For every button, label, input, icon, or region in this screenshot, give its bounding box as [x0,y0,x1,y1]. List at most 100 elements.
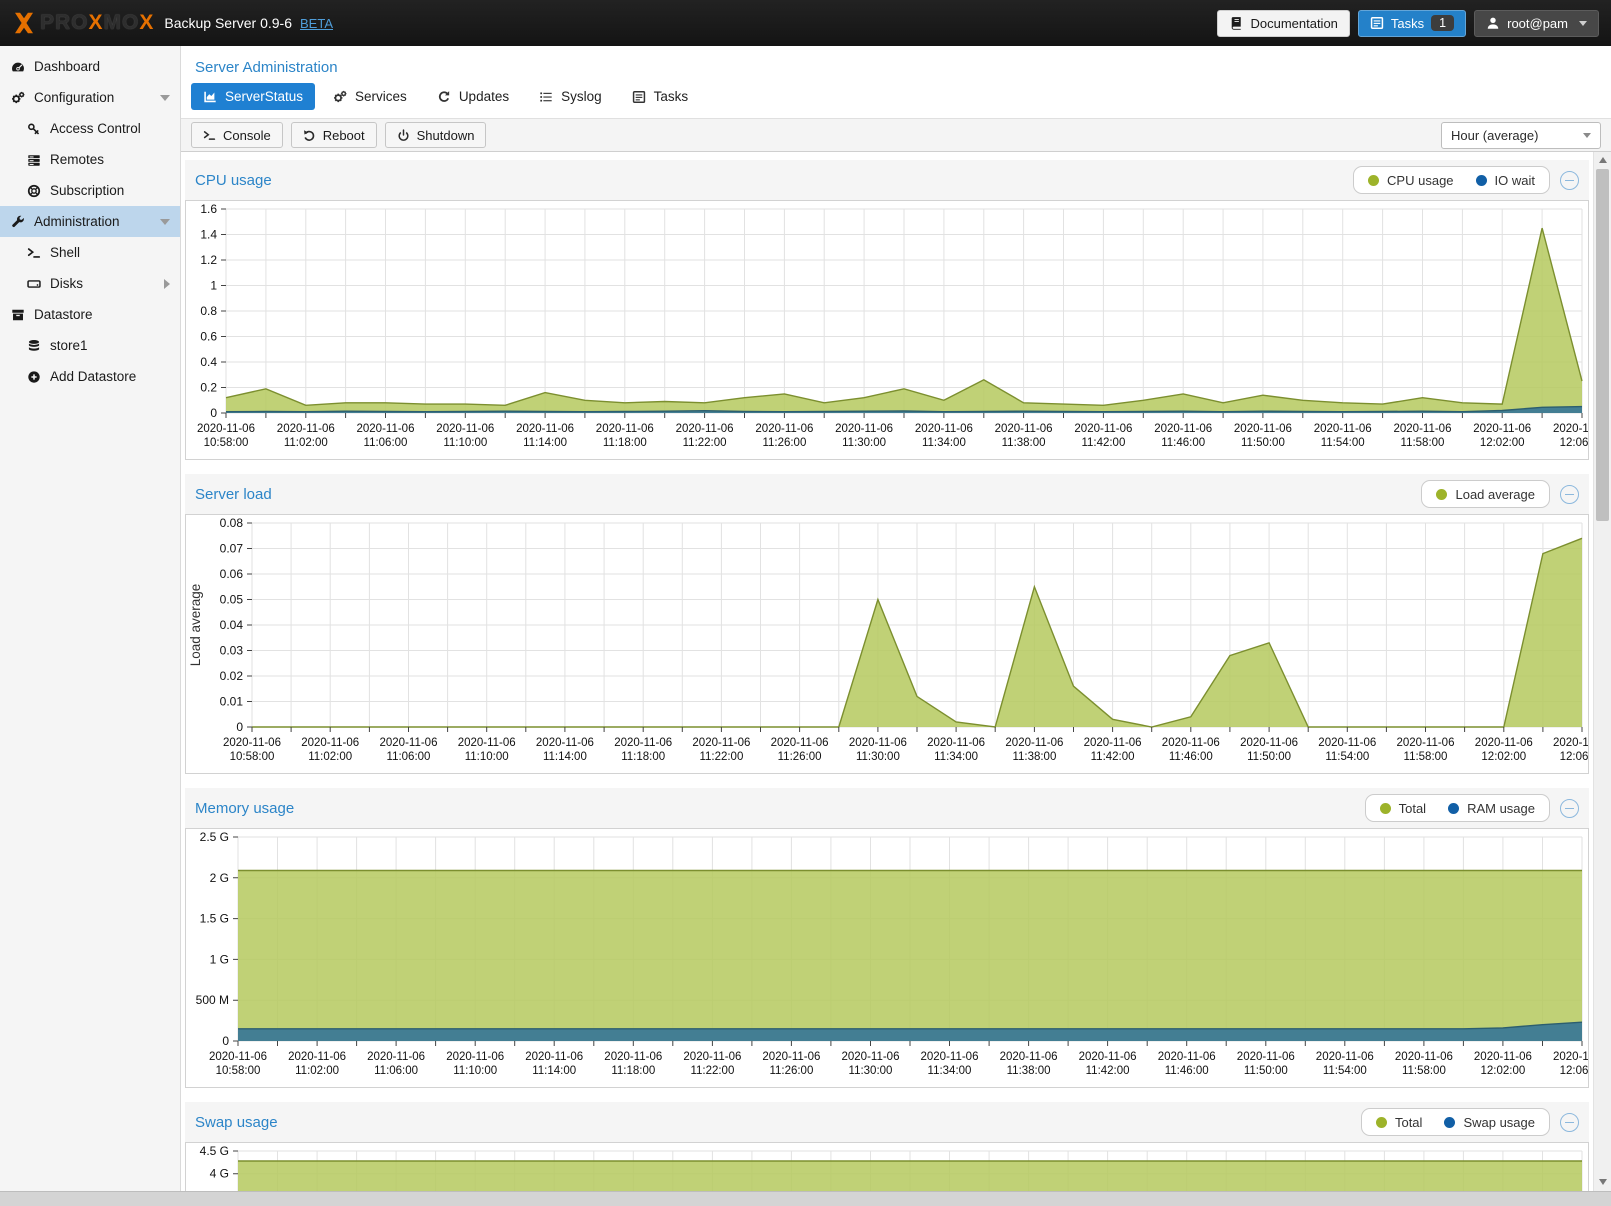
tasks-icon [1370,16,1384,30]
user-menu-button[interactable]: root@pam [1474,10,1599,37]
svg-text:0.03: 0.03 [220,644,244,658]
svg-text:2020-11-06: 2020-11-06 [436,423,494,435]
tab-serverstatus[interactable]: ServerStatus [191,83,315,110]
legend-label: RAM usage [1467,801,1535,816]
shutdown-label: Shutdown [417,128,475,143]
svg-text:2020-11-06: 2020-11-06 [380,737,438,749]
terminal-icon [27,246,41,260]
tab-syslog[interactable]: Syslog [527,83,614,110]
beta-link[interactable]: BETA [300,16,333,31]
svg-text:2020-11-06: 2020-11-06 [1553,423,1588,435]
reboot-button[interactable]: Reboot [291,122,377,148]
svg-text:2020-11-06: 2020-11-06 [849,737,907,749]
sidebar-item-disks[interactable]: Disks [0,268,180,299]
shutdown-button[interactable]: Shutdown [385,122,487,148]
server-load-legend: Load average [1421,480,1550,508]
svg-text:0: 0 [222,1034,229,1048]
svg-text:2020-11-06: 2020-11-06 [604,1051,662,1063]
sidebar-item-store1[interactable]: store1 [0,330,180,361]
sidebar-item-subscription[interactable]: Subscription [0,175,180,206]
svg-text:2020-11-06: 2020-11-06 [301,737,359,749]
sidebar-item-access-control[interactable]: Access Control [0,113,180,144]
svg-text:11:02:00: 11:02:00 [284,437,328,449]
svg-text:11:50:00: 11:50:00 [1247,751,1291,763]
tab-updates[interactable]: Updates [425,83,521,110]
svg-text:2020-11-06: 2020-11-06 [1553,737,1588,749]
timeframe-value: Hour (average) [1451,128,1583,143]
book-icon [1229,16,1243,30]
svg-text:2020-11-06: 2020-11-06 [1474,1051,1532,1063]
svg-text:2 G: 2 G [210,871,229,885]
sidebar-item-administration[interactable]: Administration [0,206,180,237]
svg-text:11:38:00: 11:38:00 [1002,437,1046,449]
svg-text:2020-11-06: 2020-11-06 [1475,737,1533,749]
collapse-panel-icon[interactable] [1560,485,1579,504]
svg-text:2020-11-06: 2020-11-06 [525,1051,583,1063]
timeframe-select[interactable]: Hour (average) [1441,122,1601,149]
sidebar-item-shell[interactable]: Shell [0,237,180,268]
collapse-panel-icon[interactable] [1560,799,1579,818]
cpu-usage-chart: 00.20.40.60.811.21.41.62020-11-0610:58:0… [185,200,1589,460]
area-chart-icon [203,90,217,104]
scroll-thumb[interactable] [1596,169,1609,521]
svg-text:2020-11-06: 2020-11-06 [683,1051,741,1063]
plus-circle-icon [27,370,41,384]
svg-text:2020-11-06: 2020-11-06 [458,737,516,749]
svg-text:11:14:00: 11:14:00 [523,437,567,449]
documentation-button[interactable]: Documentation [1217,10,1349,37]
scroll-down-arrow[interactable] [1594,1174,1611,1190]
charts-scroll-area: CPU usage CPU usage IO wait 00.20.40.60.… [181,152,1593,1206]
total-legend-dot [1376,1117,1387,1128]
server-load-chart: 00.010.020.030.040.050.060.070.082020-11… [185,514,1589,774]
collapse-panel-icon[interactable] [1560,1113,1579,1132]
svg-text:2020-11-06: 2020-11-06 [995,423,1053,435]
svg-text:11:58:00: 11:58:00 [1401,437,1445,449]
collapse-panel-icon[interactable] [1560,171,1579,190]
sidebar-item-configuration[interactable]: Configuration [0,82,180,113]
panel-title: Server load [195,486,1421,503]
svg-text:11:26:00: 11:26:00 [762,437,806,449]
toolbar: Console Reboot Shutdown Hour (average) [181,118,1611,152]
sidebar-item-add-datastore[interactable]: Add Datastore [0,361,180,392]
svg-text:11:10:00: 11:10:00 [453,1065,497,1077]
tasks-count-badge: 1 [1431,15,1454,31]
svg-text:12:06:00: 12:06:00 [1560,751,1588,763]
console-button[interactable]: Console [191,122,283,148]
svg-text:11:02:00: 11:02:00 [308,751,352,763]
vertical-scrollbar[interactable] [1593,152,1611,1206]
swap-usage-panel-header: Swap usage Total Swap usage [185,1102,1589,1142]
tasks-button[interactable]: Tasks 1 [1358,10,1466,37]
undo-rotate-icon [303,129,316,142]
svg-text:0.01: 0.01 [220,695,244,709]
svg-text:11:46:00: 11:46:00 [1169,751,1213,763]
tab-tasks[interactable]: Tasks [620,83,701,110]
legend-label: Total [1399,801,1426,816]
sidebar-item-dashboard[interactable]: Dashboard [0,51,180,82]
svg-text:2020-11-06: 2020-11-06 [1084,737,1142,749]
sidebar-item-datastore[interactable]: Datastore [0,299,180,330]
svg-text:10:58:00: 10:58:00 [230,751,275,763]
sidebar-item-remotes[interactable]: Remotes [0,144,180,175]
cpu-usage-panel: CPU usage CPU usage IO wait 00.20.40.60.… [185,160,1589,460]
legend-item: Swap usage [1444,1115,1535,1130]
panel-title: Memory usage [195,800,1365,817]
scroll-up-arrow[interactable] [1594,152,1611,168]
svg-text:11:54:00: 11:54:00 [1325,751,1369,763]
svg-text:2020-11-06: 2020-11-06 [288,1051,346,1063]
ram-usage-legend-dot [1448,803,1459,814]
svg-text:0: 0 [210,406,217,420]
memory-usage-chart: 0500 M1 G1.5 G2 G2.5 G2020-11-0610:58:00… [185,828,1589,1088]
svg-text:11:34:00: 11:34:00 [922,437,966,449]
disk-drive-icon [27,277,41,291]
svg-text:4 G: 4 G [210,1167,229,1181]
svg-text:2020-11-06: 2020-11-06 [209,1051,267,1063]
svg-text:11:18:00: 11:18:00 [621,751,665,763]
tab-services[interactable]: Services [321,83,419,110]
svg-text:11:30:00: 11:30:00 [849,1065,893,1077]
svg-text:0.05: 0.05 [220,593,244,607]
svg-text:2020-11-06: 2020-11-06 [1000,1051,1058,1063]
list-icon [539,90,553,104]
svg-text:12:06:00: 12:06:00 [1560,437,1588,449]
sidebar: Dashboard Configuration Access Control R… [0,46,181,1206]
svg-text:0.07: 0.07 [220,542,244,556]
